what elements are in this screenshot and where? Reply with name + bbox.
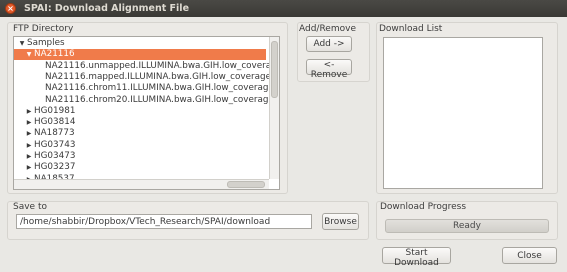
tree-row[interactable]: ▶ HG01981 — [14, 105, 76, 117]
tree-vertical-scrollbar[interactable] — [269, 37, 279, 179]
tree-row-label: HG03473 — [34, 151, 76, 161]
download-progress-label: Download Progress — [380, 202, 467, 212]
tree-row[interactable]: NA21116.chrom11.ILLUMINA.bwa.GIH.low_cov… — [14, 83, 280, 94]
expand-right-icon[interactable]: ▶ — [24, 117, 34, 128]
start-download-button[interactable]: Start Download — [382, 247, 451, 268]
download-list[interactable] — [383, 37, 543, 189]
close-button[interactable]: Close — [502, 247, 557, 264]
tree-row[interactable]: ▶ HG03743 — [14, 139, 76, 151]
tree-row-label: HG03743 — [34, 139, 76, 150]
tree-row[interactable]: ▶ HG03814 — [14, 117, 76, 128]
tree-row-label: NA21116.chrom20.ILLUMINA.bwa.GIH.low_cov… — [45, 94, 280, 105]
add-remove-label: Add/Remove — [299, 24, 356, 34]
download-progress-bar: Ready — [385, 219, 549, 233]
tree-row-label: NA18773 — [34, 128, 75, 139]
expand-right-icon[interactable]: ▶ — [24, 106, 34, 117]
download-alignment-window: × SPAI: Download Alignment File FTP Dire… — [0, 0, 567, 272]
title-bar: × SPAI: Download Alignment File — [0, 0, 567, 17]
expand-down-icon[interactable]: ▼ — [17, 38, 27, 49]
tree-row[interactable]: NA21116.unmapped.ILLUMINA.bwa.GIH.low_co… — [14, 60, 280, 72]
expand-down-icon[interactable]: ▼ — [24, 49, 34, 60]
tree-horizontal-scroll-thumb[interactable] — [227, 181, 265, 188]
expand-right-icon[interactable]: ▶ — [24, 151, 34, 162]
remove-button[interactable]: <- Remove — [306, 59, 352, 80]
tree-row[interactable]: ▶ NA18773 — [14, 128, 75, 139]
window-title: SPAI: Download Alignment File — [24, 3, 190, 14]
ftp-directory-label: FTP Directory — [13, 24, 74, 34]
expand-right-icon[interactable]: ▶ — [24, 140, 34, 151]
expand-right-icon[interactable]: ▶ — [24, 128, 34, 139]
tree-horizontal-scrollbar[interactable] — [14, 179, 269, 189]
save-path-input[interactable] — [16, 214, 312, 229]
tree-row[interactable]: ▶ HG03237 — [14, 162, 76, 173]
tree-row-label: NA21116.mapped.ILLUMINA.bwa.GIH.low_cove… — [45, 71, 280, 82]
tree-row[interactable]: NA21116.chrom20.ILLUMINA.bwa.GIH.low_cov… — [14, 94, 280, 106]
window-close-button[interactable]: × — [5, 3, 16, 14]
tree-row-label: NA21116 — [34, 49, 75, 60]
tree-row[interactable]: ▼ Samples — [14, 38, 65, 49]
tree-row[interactable]: ▶ HG03473 — [14, 151, 76, 162]
progress-status: Ready — [453, 221, 481, 231]
tree-row[interactable]: ▼ NA21116 — [14, 49, 266, 61]
add-button[interactable]: Add -> — [306, 36, 352, 52]
browse-button[interactable]: Browse — [322, 213, 359, 230]
tree-row-label: Samples — [27, 38, 65, 48]
expand-right-icon[interactable]: ▶ — [24, 162, 34, 173]
tree-row-label: NA21116.unmapped.ILLUMINA.bwa.GIH.low_co… — [45, 60, 280, 71]
tree-row-label: HG03814 — [34, 117, 76, 128]
tree-row-label: NA21116.chrom11.ILLUMINA.bwa.GIH.low_cov… — [45, 83, 280, 94]
tree-row-label: HG01981 — [34, 105, 76, 116]
tree-row[interactable]: NA21116.mapped.ILLUMINA.bwa.GIH.low_cove… — [14, 71, 280, 83]
tree-row-label: HG03237 — [34, 162, 76, 173]
save-to-label: Save to — [13, 202, 47, 212]
ftp-tree[interactable]: ▼ Samples ▼ NA21116 NA21116.unmapped.ILLUMIN… — [13, 36, 280, 190]
download-list-label: Download List — [379, 24, 443, 34]
tree-vertical-scroll-thumb[interactable] — [271, 41, 278, 98]
